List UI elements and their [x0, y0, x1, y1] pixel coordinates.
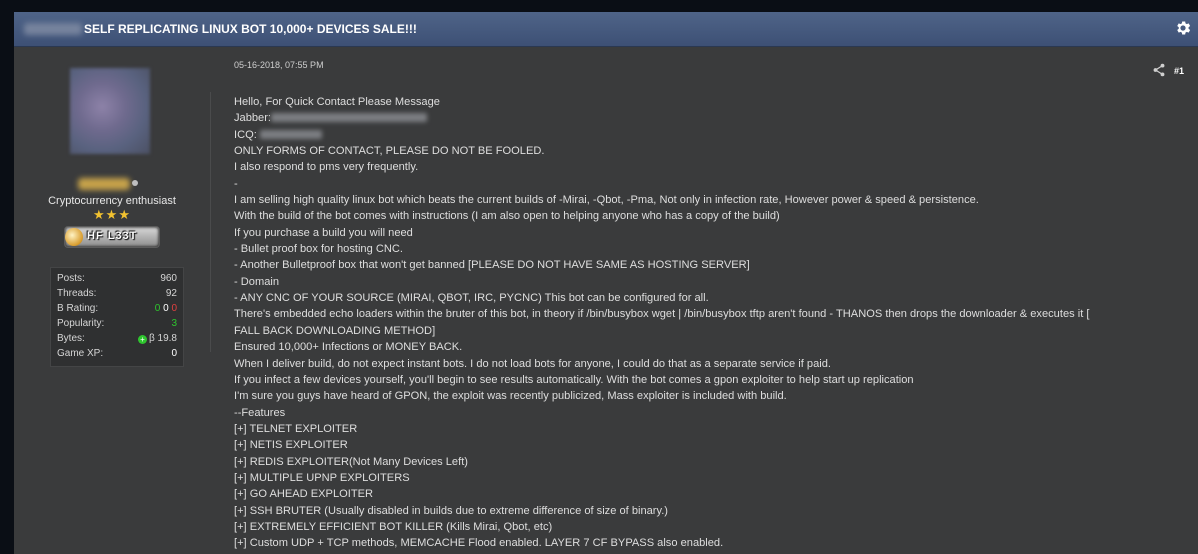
post-line: When I deliver build, do not expect inst…	[234, 357, 831, 370]
post-line: --Features	[234, 406, 286, 419]
column-divider	[210, 92, 211, 352]
post-line: I also respond to pms very frequently.	[234, 161, 419, 174]
post-line: - ANY CNC OF YOUR SOURCE (MIRAI, QBOT, I…	[234, 292, 709, 305]
post-line: [+] GO AHEAD EXPLOITER	[234, 488, 374, 501]
badge-coin-icon	[65, 228, 83, 246]
post-line: If you purchase a build you will need	[234, 226, 413, 239]
stat-value[interactable]: 3	[171, 318, 177, 329]
post-line-icq: ICQ:	[234, 127, 1186, 143]
post-line-jabber: Jabber:	[234, 110, 1186, 126]
share-icon[interactable]	[1152, 63, 1166, 77]
stat-label: Threads:	[57, 288, 97, 299]
stat-value[interactable]: 0	[171, 348, 177, 359]
post-line: - Bullet proof box for hosting CNC.	[234, 243, 403, 256]
post-line: Hello, For Quick Contact Please Message	[234, 96, 440, 108]
post-line: If you infect a few devices yourself, yo…	[234, 373, 914, 386]
user-title: Cryptocurrency enthusiast	[48, 195, 176, 207]
screen-background: SELF REPLICATING LINUX BOT 10,000+ DEVIC…	[0, 0, 1198, 554]
post-line: Jabber:	[234, 112, 272, 125]
post-line: [+] EXTREMELY EFFICIENT BOT KILLER (Kill…	[234, 520, 553, 533]
post-line: [+] TELNET EXPLOITER	[234, 422, 358, 435]
stat-row-popularity: Popularity: 3	[55, 317, 179, 332]
stat-row-posts: Posts: 960	[55, 272, 179, 287]
post-body: Hello, For Quick Contact Please Message …	[234, 94, 1186, 552]
post-line: I am selling high quality linux bot whic…	[234, 194, 979, 207]
post-line: - Domain	[234, 275, 280, 288]
post-line: There's embedded echo loaders within the…	[234, 308, 1090, 321]
post-line: - Another Bulletproof box that won't get…	[234, 259, 750, 272]
stat-row-b-rating: B Rating: 0 0 0	[55, 302, 179, 317]
redacted-jabber	[271, 113, 428, 123]
redacted-username[interactable]	[78, 178, 130, 190]
post-line: [+] Custom UDP + TCP methods, MEMCACHE F…	[234, 537, 724, 550]
stat-label: Popularity:	[57, 318, 105, 329]
b-rating-values[interactable]: 0 0 0	[155, 303, 177, 314]
bytes-plus-icon[interactable]: +	[138, 335, 147, 344]
stat-value[interactable]: 92	[166, 288, 177, 299]
post-line: With the build of the bot comes with ins…	[234, 210, 780, 223]
post-line: -	[234, 177, 238, 190]
stat-label: B Rating:	[57, 303, 99, 314]
post-line: [+] NETIS EXPLOITER	[234, 439, 348, 452]
thread-header: SELF REPLICATING LINUX BOT 10,000+ DEVIC…	[14, 12, 1198, 47]
user-profile-column: Cryptocurrency enthusiast ★★★ HF L33T Po…	[14, 46, 210, 554]
b-rating-neutral: 0	[163, 303, 169, 314]
user-group-badge: HF L33T	[64, 226, 160, 248]
gear-icon[interactable]	[1174, 19, 1192, 37]
stat-row-threads: Threads: 92	[55, 287, 179, 302]
post-date: 05-16-2018, 07:55 PM	[234, 60, 324, 70]
user-rank-stars: ★★★	[93, 207, 131, 222]
badge-label: HF L33T	[87, 230, 138, 242]
stat-label: Bytes:	[57, 333, 85, 344]
stat-value[interactable]: 960	[160, 273, 177, 284]
post-line: [+] MULTIPLE UPNP EXPLOITERS	[234, 471, 410, 484]
redacted-thread-prefix	[24, 23, 82, 35]
b-rating-negative: 0	[171, 303, 177, 314]
online-status-icon	[132, 180, 138, 186]
avatar[interactable]	[70, 68, 150, 154]
post-line: Ensured 10,000+ Infections or MONEY BACK…	[234, 341, 463, 354]
post-line: [+] REDIS EXPLOITER(Not Many Devices Lef…	[234, 455, 468, 468]
post-line: [+] SSH BRUTER (Usually disabled in buil…	[234, 504, 668, 517]
thread-panel: SELF REPLICATING LINUX BOT 10,000+ DEVIC…	[14, 12, 1198, 554]
post-line: FALL BACK DOWNLOADING METHOD]	[234, 324, 436, 337]
user-stats-box: Posts: 960 Threads: 92 B Rating: 0 0 0 P…	[50, 267, 184, 367]
post: 05-16-2018, 07:55 PM #1 Hello, For Quick…	[234, 46, 1194, 554]
redacted-icq	[259, 129, 322, 139]
stat-row-game-xp: Game XP: 0	[55, 347, 179, 362]
bytes-value-group[interactable]: + β 19.8	[138, 333, 177, 344]
stat-row-bytes: Bytes: + β 19.8	[55, 332, 179, 347]
stat-label: Game XP:	[57, 348, 104, 359]
post-number-link[interactable]: #1	[1174, 66, 1184, 76]
post-line: I'm sure you guys have heard of GPON, th…	[234, 390, 787, 403]
stat-label: Posts:	[57, 273, 85, 284]
post-line: ICQ:	[234, 128, 257, 141]
thread-title: SELF REPLICATING LINUX BOT 10,000+ DEVIC…	[84, 22, 417, 36]
b-rating-positive: 0	[154, 303, 161, 314]
post-line: ONLY FORMS OF CONTACT, PLEASE DO NOT BE …	[234, 145, 545, 158]
stat-value: β 19.8	[149, 333, 177, 344]
